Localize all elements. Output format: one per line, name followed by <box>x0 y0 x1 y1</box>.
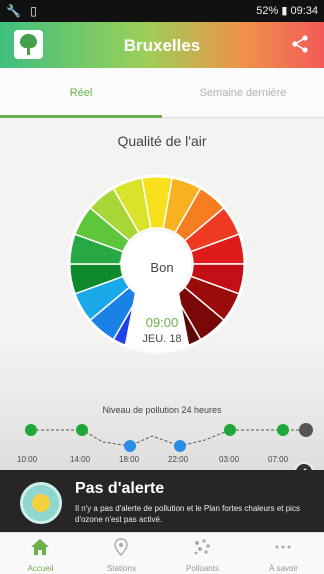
alert-description: Il n'y a pas d'alerte de pollution et le… <box>75 504 300 524</box>
molecules-icon <box>194 539 210 555</box>
tab-semaine-derniere[interactable]: Semaine dernière <box>162 68 324 118</box>
timeline-point <box>25 424 37 436</box>
time-tick: 22:00 <box>168 455 189 464</box>
share-icon[interactable] <box>290 34 310 54</box>
bottom-navigation: Accueil Stations Polluants À savoir <box>0 532 324 574</box>
timeline-point <box>76 424 88 436</box>
pollution-24h-title: Niveau de pollution 24 heures <box>102 405 222 415</box>
air-quality-label: Bon <box>150 260 174 275</box>
timeline-point-current <box>299 423 313 437</box>
time-tick: 14:00 <box>70 455 91 464</box>
home-icon <box>31 539 49 555</box>
status-battery-clock: 52% ▮ 09:34 <box>256 5 318 17</box>
tab-indicator <box>0 115 162 118</box>
nav-polluants[interactable]: Polluants <box>162 533 243 574</box>
measurement-time: 09:00 <box>145 315 179 330</box>
location-pin-icon <box>114 538 128 556</box>
alert-title: Pas d'alerte <box>75 480 165 497</box>
tab-bar: Réel Semaine dernière <box>0 68 324 118</box>
app-bar: Bruxelles <box>0 22 324 68</box>
nav-label: À savoir <box>269 564 298 573</box>
time-tick: 07:00 <box>268 455 289 464</box>
city-title: Bruxelles <box>123 36 201 55</box>
nav-label: Accueil <box>27 564 54 573</box>
nav-a-savoir[interactable]: À savoir <box>243 533 324 574</box>
nav-accueil[interactable]: Accueil <box>0 533 81 574</box>
time-tick: 10:00 <box>17 455 38 464</box>
status-bar: 🔧 ▯ 52% ▮ 09:34 <box>0 0 324 22</box>
timeline-point <box>174 440 186 452</box>
timeline-point <box>124 440 136 452</box>
timeline-point <box>224 424 236 436</box>
status-icons-left: 🔧 ▯ <box>6 4 40 18</box>
timeline-point <box>277 424 289 436</box>
nav-label: Polluants <box>186 564 219 573</box>
nav-label: Stations <box>107 564 136 573</box>
smiley-icon <box>20 482 62 524</box>
time-tick: 03:00 <box>219 455 240 464</box>
tab-reel[interactable]: Réel <box>0 68 162 118</box>
air-quality-title: Qualité de l'air <box>117 133 207 149</box>
time-tick: 18:00 <box>119 455 140 464</box>
nav-stations[interactable]: Stations <box>81 533 162 574</box>
more-icon <box>275 545 291 549</box>
